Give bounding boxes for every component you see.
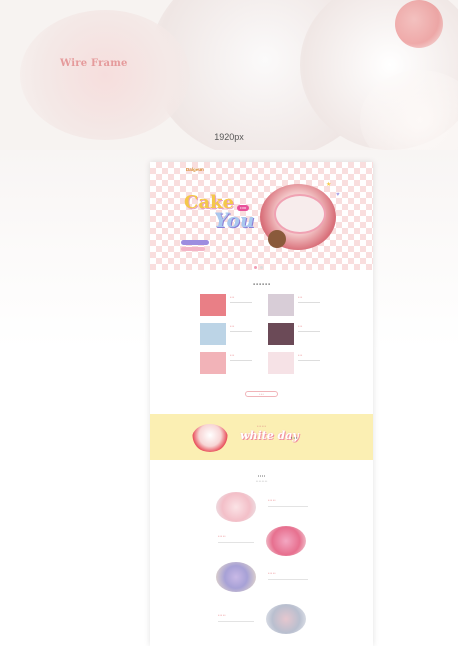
gallery-divider	[268, 579, 308, 580]
banner-subtext: • • •	[291, 435, 298, 440]
star-icon: ★	[326, 182, 332, 188]
site-logo[interactable]: Dalgeun	[186, 167, 204, 172]
carousel-dot[interactable]	[260, 266, 263, 269]
product-label: • • •	[298, 325, 303, 328]
product-divider	[298, 302, 320, 303]
banner-caption: • • • • • •	[256, 425, 267, 428]
banner-cake-image	[192, 424, 228, 452]
product-thumb[interactable]	[268, 352, 294, 374]
wireframe-title: Wire Frame	[60, 58, 128, 69]
product-label: • • •	[298, 296, 303, 299]
product-thumb[interactable]	[200, 323, 226, 345]
gallery-title: • • • •	[257, 474, 266, 478]
product-label: • • •	[298, 354, 303, 357]
product-thumb[interactable]	[200, 294, 226, 316]
product-divider	[298, 360, 320, 361]
hero-pill-purple	[181, 240, 209, 245]
gallery-image[interactable]	[216, 492, 256, 522]
product-divider	[230, 331, 252, 332]
hero-headline-you: You	[214, 208, 255, 232]
gallery-caption: • • • • •	[218, 614, 226, 617]
gallery-divider	[218, 621, 254, 622]
carousel-dot[interactable]	[254, 266, 257, 269]
white-day-label: white day	[240, 429, 299, 442]
gallery-caption: • • • • •	[268, 572, 276, 575]
gallery-image[interactable]	[266, 604, 306, 634]
heart-icon: ♥	[336, 192, 340, 198]
product-label: • • •	[230, 296, 235, 299]
hero-cake-top	[274, 194, 326, 234]
gallery-image[interactable]	[266, 526, 306, 556]
product-divider	[230, 302, 252, 303]
page-mockup: Dalgeun ★ ♥ Cake FOR You ● ● ● ● ● ● • •…	[150, 162, 373, 646]
product-label: • • •	[230, 325, 235, 328]
width-label: 1920px	[214, 132, 244, 142]
product-thumb[interactable]	[268, 323, 294, 345]
product-thumb[interactable]	[200, 352, 226, 374]
gallery-subtitle: • • • • • • • •	[255, 480, 268, 483]
product-section-title: ● ● ● ● ● ●	[253, 282, 270, 286]
gallery-caption: • • • • •	[268, 499, 276, 502]
product-divider	[298, 331, 320, 332]
gallery-image[interactable]	[216, 562, 256, 592]
product-divider	[230, 360, 252, 361]
bear-icon	[268, 230, 286, 248]
product-label: • • •	[230, 354, 235, 357]
hero-pill-pink	[181, 247, 205, 251]
product-thumb[interactable]	[268, 294, 294, 316]
gallery-divider	[268, 506, 308, 507]
gallery-caption: • • • • •	[218, 535, 226, 538]
gallery-divider	[218, 542, 254, 543]
more-button[interactable]: • • •	[245, 391, 278, 397]
